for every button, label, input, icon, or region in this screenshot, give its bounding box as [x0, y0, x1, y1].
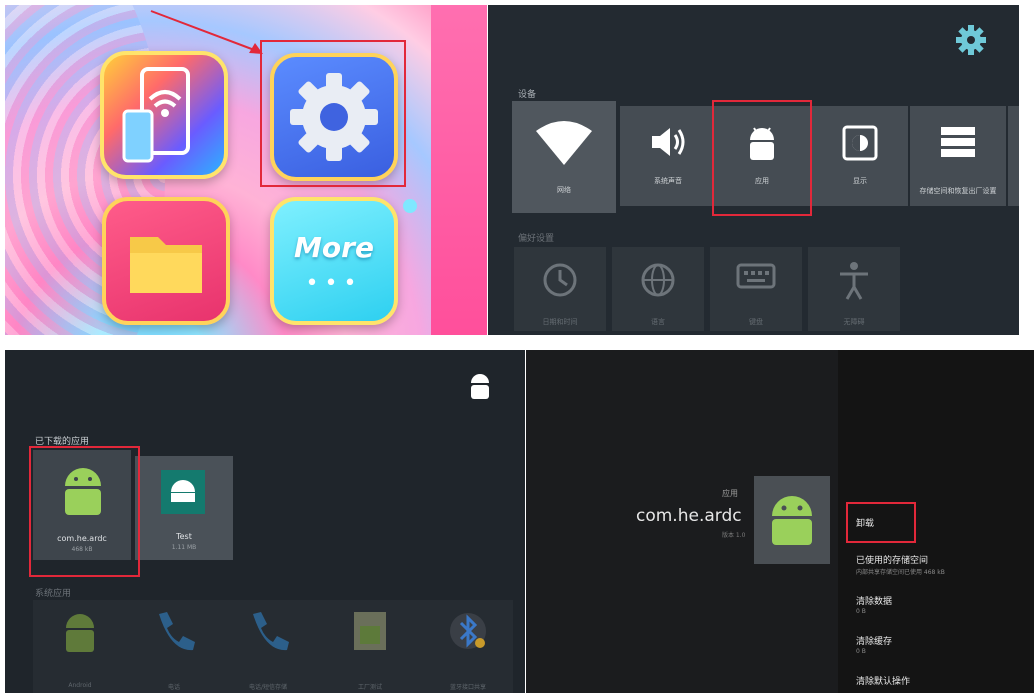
setting-date-time-label: 日期和时间	[542, 318, 578, 326]
app-info-category: 应用	[722, 489, 738, 498]
option-clear-cache[interactable]: 清除缓存	[856, 634, 892, 647]
android-icon	[471, 374, 489, 399]
setting-network-label: 网络	[557, 186, 571, 194]
cursor-dot	[403, 199, 417, 213]
uninstall-highlight-box	[846, 502, 916, 543]
keyboard-icon	[736, 263, 776, 289]
setting-language-label: 语言	[651, 318, 665, 326]
system-app-label: Android	[68, 682, 92, 689]
setting-storage-reset[interactable]: 存储空间和恢复出厂设置	[910, 106, 1006, 206]
globe-icon	[641, 263, 675, 297]
phone-wifi-icon	[122, 67, 190, 163]
app-card-test[interactable]: Test 1.11 MB	[135, 456, 233, 560]
system-app-label: 电话	[167, 684, 180, 691]
section-device-label: 设备	[518, 90, 537, 100]
wifi-icon	[536, 121, 592, 165]
system-app-phone-storage[interactable]: 电话/短信存储	[233, 608, 303, 691]
pointer-arrow	[150, 10, 263, 54]
storage-icon	[941, 127, 975, 157]
setting-network[interactable]: 网络	[512, 101, 616, 213]
selected-app-highlight-box	[29, 446, 140, 577]
option-clear-defaults[interactable]: 清除默认操作	[856, 674, 910, 687]
setting-accessibility[interactable]: 无障碍	[808, 247, 900, 331]
background-stripe	[431, 5, 487, 335]
option-clear-data-detail: 0 B	[856, 608, 866, 615]
wifi-display-app-tile[interactable]	[100, 51, 228, 179]
section-system-label: 系统应用	[35, 589, 72, 599]
app-info-version: 版本 1.0	[722, 532, 746, 539]
option-storage-used-detail: 内部共享存储空间已使用 468 kB	[856, 569, 945, 576]
setting-sound-label: 系统声音	[654, 177, 682, 185]
setting-display-label: 显示	[853, 177, 867, 185]
app-info-package-name: com.he.ardc	[636, 506, 742, 526]
file-manager-app-tile[interactable]	[102, 197, 230, 325]
setting-more-peek[interactable]	[1008, 106, 1019, 206]
setting-sound[interactable]: 系统声音	[620, 106, 716, 206]
system-app-bluetooth[interactable]: 蓝牙接口共享	[433, 608, 503, 691]
setting-storage-reset-label: 存储空间和恢复出厂设置	[919, 187, 997, 195]
system-app-label: 蓝牙接口共享	[449, 684, 486, 691]
system-app-label: 电话/短信存储	[248, 684, 288, 691]
android-icon	[66, 614, 94, 652]
app-info-icon-tile	[754, 476, 830, 564]
more-dots: •••	[305, 271, 363, 296]
apps-screen: 已下载的应用 com.he.ardc 468 kB Test 1.11 MB 系…	[5, 350, 525, 693]
clock-icon	[543, 263, 577, 297]
system-app-factory-test[interactable]: 工厂测试	[335, 608, 405, 691]
setting-keyboard[interactable]: 键盘	[710, 247, 802, 331]
setting-date-time[interactable]: 日期和时间	[514, 247, 606, 331]
settings-screen: 设备 网络 系统声音 应用 显示 存储空间和恢复出厂设置 偏好设置 日期和时间 …	[488, 5, 1019, 335]
app-size: 1.11 MB	[171, 544, 197, 551]
android-icon	[772, 496, 812, 545]
android-icon	[171, 480, 195, 502]
system-app-label: 工厂测试	[357, 684, 382, 691]
system-app-phone[interactable]: 电话	[139, 608, 209, 691]
more-app-tile[interactable]: More •••	[270, 197, 398, 325]
phone-storage-icon	[253, 612, 289, 651]
option-clear-data[interactable]: 清除数据	[856, 594, 892, 607]
more-label: More	[294, 231, 374, 264]
system-app-android[interactable]: Android	[45, 608, 115, 689]
app-name: Test	[176, 532, 192, 541]
bluetooth-icon	[450, 613, 486, 649]
apps-highlight-box	[712, 100, 812, 216]
factory-test-icon	[354, 612, 386, 650]
option-clear-cache-detail: 0 B	[856, 648, 866, 655]
option-storage-used[interactable]: 已使用的存储空间	[856, 553, 928, 566]
setting-display[interactable]: 显示	[812, 106, 908, 206]
phone-icon	[159, 612, 195, 651]
setting-accessibility-label: 无障碍	[843, 318, 865, 326]
folder-icon	[130, 237, 202, 293]
speaker-icon	[652, 128, 685, 156]
display-icon	[842, 125, 878, 161]
gear-icon	[956, 25, 986, 55]
setting-keyboard-label: 键盘	[749, 318, 763, 326]
setting-language[interactable]: 语言	[612, 247, 704, 331]
launcher-screen: More •••	[5, 5, 487, 335]
accessibility-icon	[840, 262, 868, 300]
section-preferences-label: 偏好设置	[518, 234, 555, 244]
app-info-screen: 应用 com.he.ardc 版本 1.0 卸载 已使用的存储空间 内部共享存储…	[526, 350, 1034, 693]
settings-highlight-box	[260, 40, 406, 187]
